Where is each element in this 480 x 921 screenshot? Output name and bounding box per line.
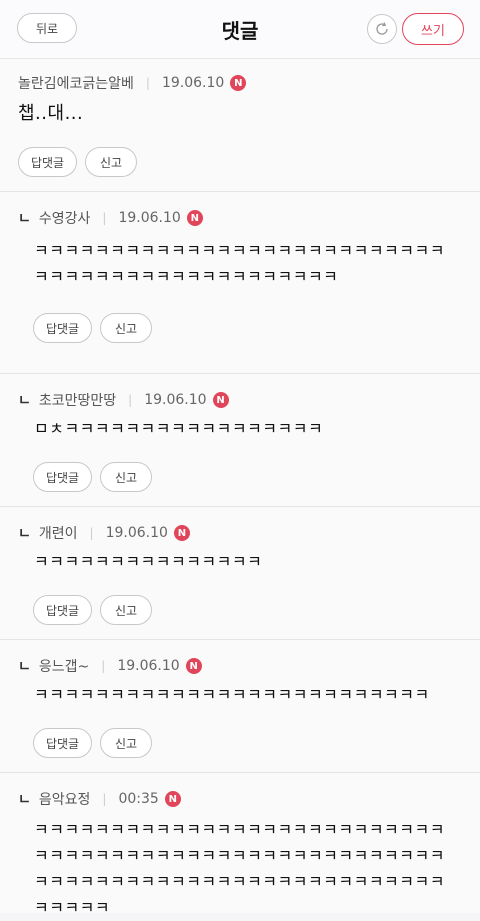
comment-list: 놀란김에코긁는알베 | 19.06.10 N 챕..대... 답댓글 신고 ㄴ … [0, 59, 480, 917]
comment-actions: 답댓글 신고 [33, 462, 462, 492]
comment-date: 19.06.10 [161, 75, 225, 91]
new-badge: N [173, 525, 190, 541]
meta-divider: | [102, 792, 107, 806]
refresh-icon [376, 22, 388, 35]
reply-button[interactable]: 답댓글 [33, 595, 92, 625]
comment-meta: ㄴ 응느갭~ | 19.06.10 N [18, 656, 462, 676]
comment-item: ㄴ 초코만땅만땅 | 19.06.10 N ㅁㅊㅋㅋㅋㅋㅋㅋㅋㅋㅋㅋㅋㅋㅋㅋㅋㅋ… [0, 374, 480, 507]
reply-indent-icon: ㄴ [18, 792, 31, 808]
comment-author[interactable]: 음악요정 [39, 789, 91, 809]
comment-item: ㄴ 개련이 | 19.06.10 N ㅋㅋㅋㅋㅋㅋㅋㅋㅋㅋㅋㅋㅋㅋㅋ 답댓글 신… [0, 507, 480, 640]
comment-date: 00:35 [118, 791, 159, 807]
meta-divider: | [101, 659, 106, 673]
comment-actions: 답댓글 신고 [33, 728, 462, 758]
report-button[interactable]: 신고 [100, 313, 152, 343]
reply-indent-icon: ㄴ [18, 393, 31, 409]
reply-indent-icon: ㄴ [18, 211, 31, 227]
new-badge: N [230, 75, 247, 91]
comment-author[interactable]: 초코만땅만땅 [39, 390, 116, 410]
comment-date: 19.06.10 [118, 210, 181, 226]
comment-date: 19.06.10 [105, 525, 168, 541]
comment-author[interactable]: 개련이 [39, 523, 78, 543]
reply-button[interactable]: 답댓글 [33, 313, 92, 343]
new-badge: N [186, 210, 203, 226]
comment-item: ㄴ 응느갭~ | 19.06.10 N ㅋㅋㅋㅋㅋㅋㅋㅋㅋㅋㅋㅋㅋㅋㅋㅋㅋㅋㅋㅋ… [0, 640, 480, 773]
comment-text: ㅋㅋㅋㅋㅋㅋㅋㅋㅋㅋㅋㅋㅋㅋㅋㅋㅋㅋㅋㅋㅋㅋㅋㅋㅋㅋ [34, 685, 430, 704]
write-button[interactable]: 쓰기 [402, 13, 464, 45]
comment-meta: ㄴ 개련이 | 19.06.10 N [18, 523, 462, 543]
comment-meta: ㄴ 수영강사 | 19.06.10 N [18, 208, 462, 228]
comment-text: ㅋㅋㅋㅋㅋㅋㅋㅋㅋㅋㅋㅋㅋㅋㅋㅋㅋㅋㅋㅋㅋㅋㅋㅋㅋㅋㅋㅋㅋㅋㅋㅋㅋㅋㅋㅋㅋㅋㅋㅋ… [34, 820, 445, 917]
top-bar: 뒤로 댓글 쓰기 [0, 0, 480, 59]
comment-text: ㅋㅋㅋㅋㅋㅋㅋㅋㅋㅋㅋㅋㅋㅋㅋ [34, 552, 263, 571]
comment-author[interactable]: 놀란김에코긁는알베 [18, 73, 134, 93]
new-badge: N [185, 658, 202, 674]
meta-divider: | [145, 76, 150, 90]
comment-actions: 답댓글 신고 [18, 147, 462, 177]
report-button[interactable]: 신고 [100, 595, 152, 625]
reply-button[interactable]: 답댓글 [33, 728, 92, 758]
comment-meta: ㄴ 초코만땅만땅 | 19.06.10 N [18, 390, 462, 410]
comment-text: ㅁㅊㅋㅋㅋㅋㅋㅋㅋㅋㅋㅋㅋㅋㅋㅋㅋㅋㅋ [34, 419, 324, 438]
comment-actions: 답댓글 신고 [33, 313, 462, 343]
reply-indent-icon: ㄴ [18, 526, 31, 542]
report-button[interactable]: 신고 [100, 728, 152, 758]
new-badge: N [164, 791, 181, 807]
comment-meta: 놀란김에코긁는알베 | 19.06.10 N [18, 73, 462, 93]
report-button[interactable]: 신고 [100, 462, 152, 492]
meta-divider: | [102, 211, 107, 225]
meta-divider: | [89, 526, 94, 540]
comment-meta: ㄴ 음악요정 | 00:35 N [18, 789, 462, 809]
comment-date: 19.06.10 [117, 658, 180, 674]
comment-author[interactable]: 수영강사 [39, 208, 91, 228]
comment-actions: 답댓글 신고 [33, 595, 462, 625]
report-button[interactable]: 신고 [85, 147, 137, 177]
comment-author[interactable]: 응느갭~ [39, 656, 89, 676]
comment-item: ㄴ 음악요정 | 00:35 N ㅋㅋㅋㅋㅋㅋㅋㅋㅋㅋㅋㅋㅋㅋㅋㅋㅋㅋㅋㅋㅋㅋㅋ… [0, 773, 480, 917]
meta-divider: | [128, 393, 133, 407]
reply-button[interactable]: 답댓글 [33, 462, 92, 492]
comment-date: 19.06.10 [144, 392, 207, 408]
comment-item: ㄴ 수영강사 | 19.06.10 N ㅋㅋㅋㅋㅋㅋㅋㅋㅋㅋㅋㅋㅋㅋㅋㅋㅋㅋㅋㅋ… [0, 192, 480, 374]
comment-text: 챕..대... [18, 103, 84, 124]
comment-item: 놀란김에코긁는알베 | 19.06.10 N 챕..대... 답댓글 신고 [0, 59, 480, 192]
reply-button[interactable]: 답댓글 [18, 147, 77, 177]
refresh-button[interactable] [367, 14, 397, 44]
comment-text: ㅋㅋㅋㅋㅋㅋㅋㅋㅋㅋㅋㅋㅋㅋㅋㅋㅋㅋㅋㅋㅋㅋㅋㅋㅋㅋㅋㅋㅋㅋㅋㅋㅋㅋㅋㅋㅋㅋㅋㅋ… [34, 241, 445, 286]
new-badge: N [212, 392, 229, 408]
reply-indent-icon: ㄴ [18, 659, 31, 675]
